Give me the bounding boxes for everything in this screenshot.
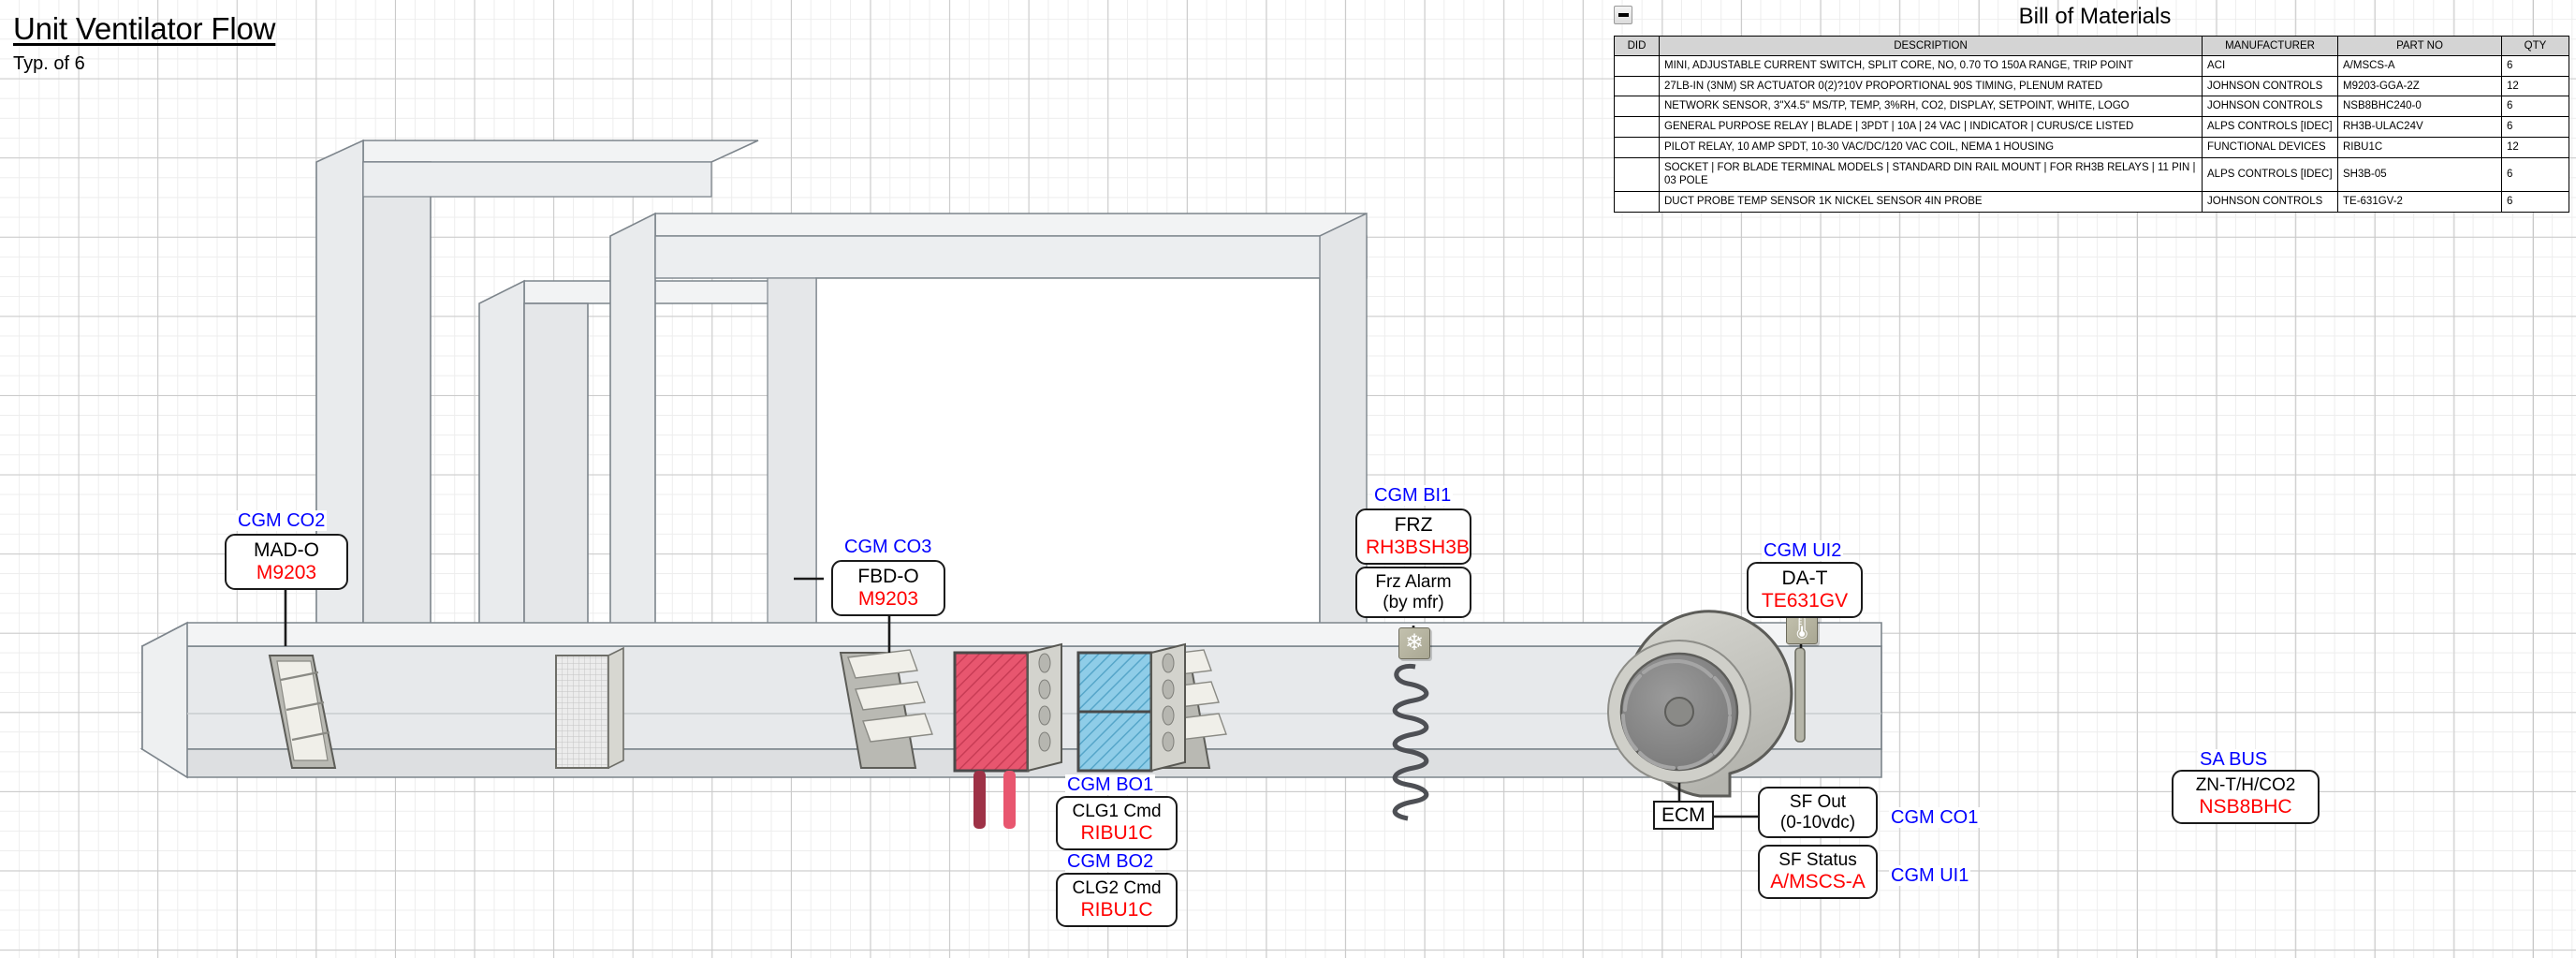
table-row[interactable]: MINI, ADJUSTABLE CURRENT SWITCH, SPLIT C… [1615,56,2569,77]
cell-qty: 6 [2502,96,2569,117]
callout-label: SF Status [1768,850,1867,871]
cell-manufacturer: JOHNSON CONTROLS [2203,76,2338,96]
bom-col-part: PART NO [2338,37,2502,56]
cell-did [1615,76,1660,96]
cell-part-no: RH3B-ULAC24V [2338,117,2502,138]
callout-part: NSB8BHC [2182,796,2309,818]
cell-qty: 6 [2502,56,2569,77]
heating-coil [955,644,1061,829]
bom-header-row: DID DESCRIPTION MANUFACTURER PART NO QTY [1615,37,2569,56]
bom-title: Bill of Materials [1614,4,2569,30]
cell-qty: 6 [2502,157,2569,191]
callout-part: RIBU1C [1066,822,1167,845]
callout-part: A/MSCS-A [1768,871,1867,893]
tag-sa-bus: SA BUS [2198,749,2269,770]
cell-part-no: SH3B-05 [2338,157,2502,191]
page-title: Unit Ventilator Flow [13,11,275,47]
table-row[interactable]: DUCT PROBE TEMP SENSOR 1K NICKEL SENSOR … [1615,192,2569,213]
cell-manufacturer: JOHNSON CONTROLS [2203,192,2338,213]
cell-did [1615,56,1660,77]
tag-cgm-co2: CGM CO2 [236,510,327,531]
callout-part: RIBU1C [1066,899,1167,921]
callout-label: Frz Alarm [1366,572,1461,593]
air-filter [556,648,623,768]
cell-did [1615,157,1660,191]
callout-part: M9203 [842,588,935,611]
cell-manufacturer: ALPS CONTROLS [IDEC] [2203,157,2338,191]
callout-part: M9203 [235,562,338,584]
snowflake-icon: ❄ [1398,627,1430,659]
cell-qty: 12 [2502,76,2569,96]
cell-did [1615,137,1660,157]
callout-clg2-cmd[interactable]: CLG2 Cmd RIBU1C [1056,873,1178,927]
callout-frz[interactable]: FRZ RH3BSH3B [1355,508,1471,565]
table-row[interactable]: SOCKET | FOR BLADE TERMINAL MODELS | STA… [1615,157,2569,191]
minus-icon[interactable] [1614,6,1632,24]
cell-description: 27LB-IN (3NM) SR ACTUATOR 0(2)?10V PROPO… [1660,76,2203,96]
table-row[interactable]: 27LB-IN (3NM) SR ACTUATOR 0(2)?10V PROPO… [1615,76,2569,96]
bom-table: DID DESCRIPTION MANUFACTURER PART NO QTY… [1614,36,2569,213]
cell-did [1615,117,1660,138]
tag-cgm-co1: CGM CO1 [1889,807,1980,828]
table-row[interactable]: GENERAL PURPOSE RELAY | BLADE | 3PDT | 1… [1615,117,2569,138]
callout-zn-sensor[interactable]: ZN-T/H/CO2 NSB8BHC [2172,770,2320,824]
callout-label: DA-T [1757,567,1852,590]
callout-label: FBD-O [842,566,935,588]
cell-part-no: NSB8BHC240-0 [2338,96,2502,117]
discharge-temp-probe [1795,648,1805,742]
tag-cgm-bo2: CGM BO2 [1065,851,1155,872]
cell-description: NETWORK SENSOR, 3"X4.5" MS/TP, TEMP, 3%R… [1660,96,2203,117]
cell-qty: 6 [2502,192,2569,213]
tag-cgm-bi1: CGM BI1 [1372,485,1453,506]
tag-cgm-ui1: CGM UI1 [1889,865,1970,886]
cell-manufacturer: FUNCTIONAL DEVICES [2203,137,2338,157]
cell-part-no: M9203-GGA-2Z [2338,76,2502,96]
callout-label: FRZ [1366,514,1461,537]
bom-col-desc: DESCRIPTION [1660,37,2203,56]
callout-label: CLG2 Cmd [1066,878,1167,899]
cell-did [1615,96,1660,117]
cell-description: PILOT RELAY, 10 AMP SPDT, 10-30 VAC/DC/1… [1660,137,2203,157]
callout-part: TE631GV [1757,590,1852,612]
cell-qty: 6 [2502,117,2569,138]
page-subtitle: Typ. of 6 [13,53,85,75]
cell-description: DUCT PROBE TEMP SENSOR 1K NICKEL SENSOR … [1660,192,2203,213]
table-row[interactable]: NETWORK SENSOR, 3"X4.5" MS/TP, TEMP, 3%R… [1615,96,2569,117]
callout-da-t[interactable]: DA-T TE631GV [1747,562,1863,618]
cell-description: GENERAL PURPOSE RELAY | BLADE | 3PDT | 1… [1660,117,2203,138]
callout-sf-out[interactable]: SF Out (0-10vdc) [1758,787,1878,838]
bom-col-did: DID [1615,37,1660,56]
cell-part-no: TE-631GV-2 [2338,192,2502,213]
table-row[interactable]: PILOT RELAY, 10 AMP SPDT, 10-30 VAC/DC/1… [1615,137,2569,157]
callout-label: ZN-T/H/CO2 [2182,775,2309,796]
callout-fbd-o[interactable]: FBD-O M9203 [831,560,945,616]
callout-frz-alarm[interactable]: Frz Alarm (by mfr) [1355,567,1471,618]
ecm-box[interactable]: ECM [1653,801,1714,830]
callout-label: MAD-O [235,539,338,562]
cell-description: SOCKET | FOR BLADE TERMINAL MODELS | STA… [1660,157,2203,191]
bill-of-materials-panel: Bill of Materials DID DESCRIPTION MANUFA… [1614,4,2569,213]
tag-cgm-bo1: CGM BO1 [1065,774,1155,795]
callout-part: RH3BSH3B [1366,537,1461,559]
cell-qty: 12 [2502,137,2569,157]
bom-col-qty: QTY [2502,37,2569,56]
callout-part: (0-10vdc) [1768,813,1867,833]
callout-mad-o[interactable]: MAD-O M9203 [225,534,348,590]
cell-description: MINI, ADJUSTABLE CURRENT SWITCH, SPLIT C… [1660,56,2203,77]
tag-cgm-ui2: CGM UI2 [1762,540,1843,561]
cell-manufacturer: ACI [2203,56,2338,77]
callout-label: SF Out [1768,792,1867,813]
tag-cgm-co3: CGM CO3 [842,537,933,557]
cell-part-no: A/MSCS-A [2338,56,2502,77]
bom-col-mfr: MANUFACTURER [2203,37,2338,56]
callout-part: (by mfr) [1366,593,1461,613]
cell-manufacturer: ALPS CONTROLS [IDEC] [2203,117,2338,138]
callout-sf-status[interactable]: SF Status A/MSCS-A [1758,845,1878,899]
cell-manufacturer: JOHNSON CONTROLS [2203,96,2338,117]
cooling-coil [1078,644,1185,771]
cell-part-no: RIBU1C [2338,137,2502,157]
cell-did [1615,192,1660,213]
callout-clg1-cmd[interactable]: CLG1 Cmd RIBU1C [1056,796,1178,850]
callout-label: CLG1 Cmd [1066,802,1167,822]
